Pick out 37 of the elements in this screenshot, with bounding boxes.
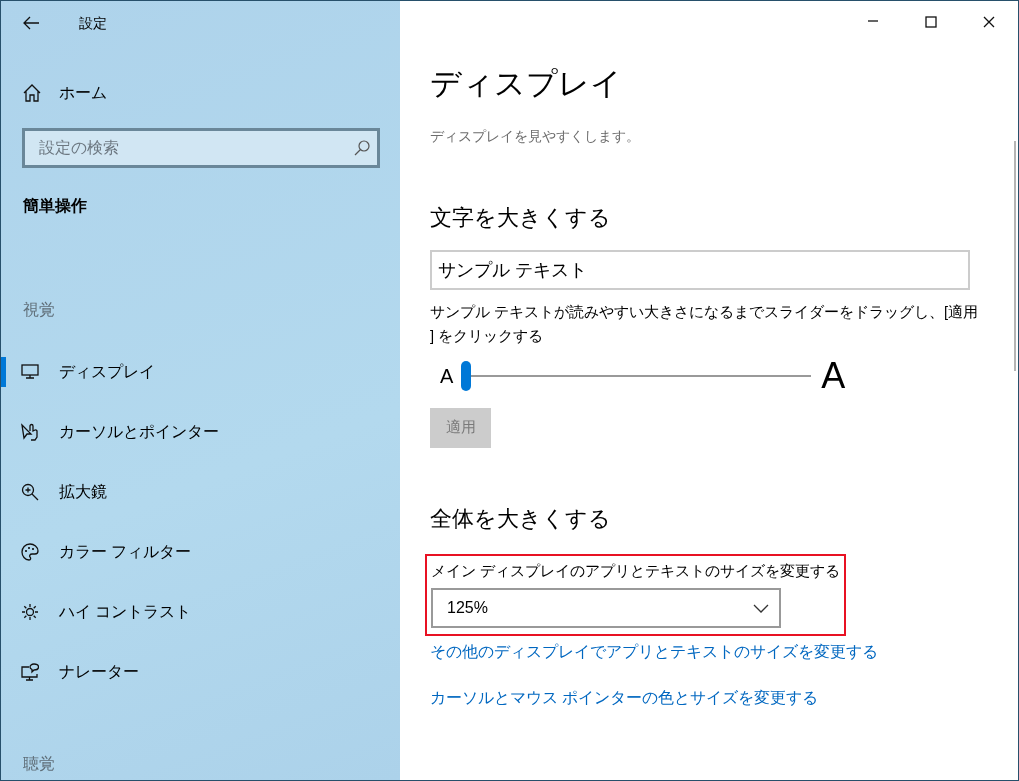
sample-text-field[interactable]: サンプル テキスト xyxy=(430,249,970,290)
palette-icon xyxy=(21,543,39,561)
large-a-label: A xyxy=(821,353,846,398)
settings-link[interactable]: カーソルとマウス ポインターの色とサイズを変更する xyxy=(430,686,819,710)
speech-monitor-icon xyxy=(21,663,39,681)
window-title: 設定 xyxy=(79,13,107,33)
sidebar-item[interactable]: ディスプレイ xyxy=(1,342,400,402)
section-heading: 全体を大きくする xyxy=(430,505,612,532)
magnifier-icon xyxy=(21,483,39,501)
section-heading: 文字を大きくする xyxy=(430,205,612,232)
maximize-icon xyxy=(925,16,937,28)
sun-icon xyxy=(21,603,39,621)
search-icon xyxy=(354,140,370,156)
home-link[interactable]: ホーム xyxy=(1,73,113,113)
slider-thumb[interactable] xyxy=(461,360,472,391)
sidebar-item[interactable]: カラー フィルター xyxy=(1,522,400,582)
settings-link[interactable]: その他のディスプレイでアプリとテキストのサイズを変更する xyxy=(430,640,878,664)
monitor-icon xyxy=(21,363,39,381)
chevron-down-icon xyxy=(753,603,769,613)
small-a-label: A xyxy=(440,363,454,389)
sidebar-item[interactable]: カーソルとポインター xyxy=(1,402,400,462)
section-heading: 視覚 xyxy=(22,300,56,320)
close-icon xyxy=(983,16,995,28)
page-title: ディスプレイ xyxy=(430,65,623,103)
scale-dropdown[interactable]: 125% xyxy=(431,588,781,629)
home-icon xyxy=(23,84,41,102)
back-arrow-icon xyxy=(22,16,40,30)
sidebar-item[interactable]: ハイ コントラスト xyxy=(1,582,400,642)
sidebar-item[interactable]: 拡大鏡 xyxy=(1,462,400,522)
page-description: ディスプレイを見やすくします。 xyxy=(430,127,641,147)
instruction-text: サンプル テキストが読みやすい大きさになるまでスライダーをドラッグし、[適用] をクリックする xyxy=(430,302,980,346)
category-heading: 簡単操作 xyxy=(23,196,88,216)
section-heading: 聴覚 xyxy=(22,754,56,774)
sidebar-item[interactable]: ナレーター xyxy=(1,642,400,702)
search-field[interactable]: 設定の検索 xyxy=(22,128,380,168)
pointer-hand-icon xyxy=(21,423,39,441)
scale-label: メイン ディスプレイのアプリとテキストのサイズを変更する xyxy=(431,560,841,581)
